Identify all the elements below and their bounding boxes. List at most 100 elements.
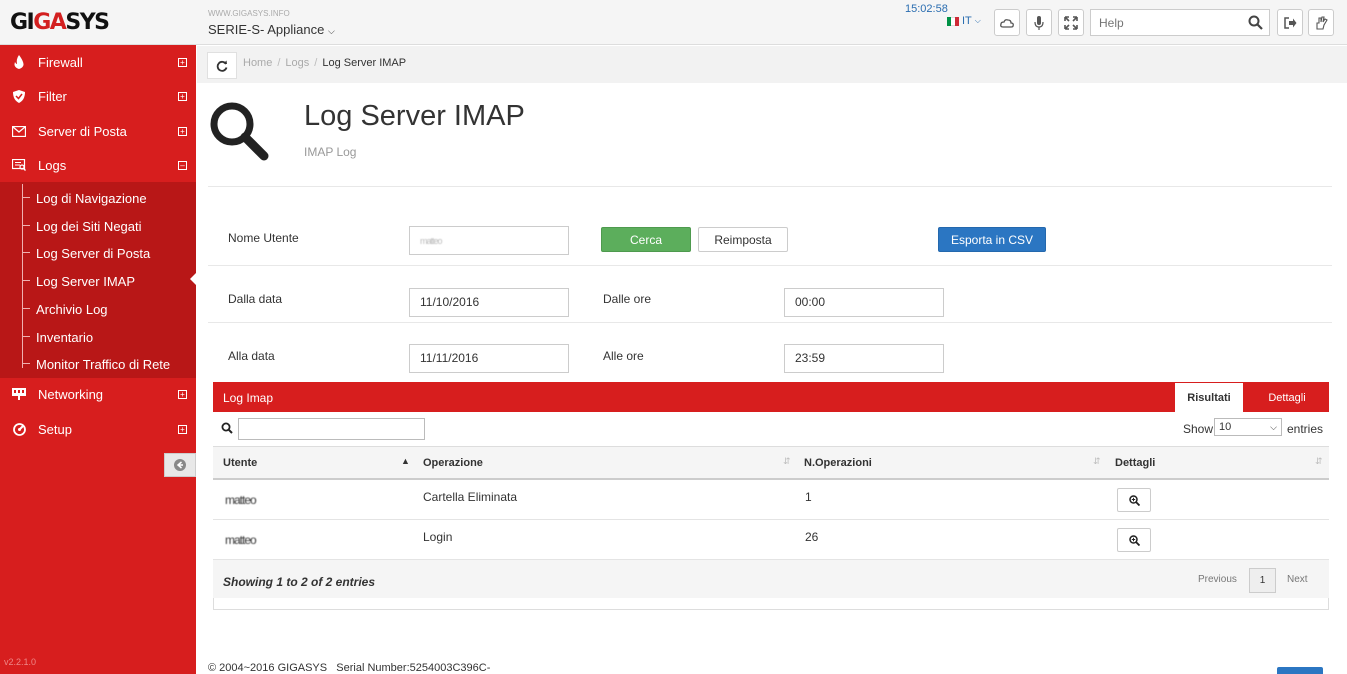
to-date-label: Alla data bbox=[228, 349, 275, 363]
active-indicator bbox=[190, 273, 196, 285]
table-row: matteo Login 26 bbox=[213, 520, 1329, 560]
show-label: Show bbox=[1183, 422, 1214, 436]
table-search-input[interactable] bbox=[238, 418, 425, 440]
logout-button[interactable] bbox=[1277, 9, 1303, 36]
from-date-field[interactable]: 11/10/2016 bbox=[409, 288, 569, 317]
cloud-button[interactable] bbox=[994, 9, 1020, 36]
clock: 15:02:58 bbox=[905, 3, 948, 15]
cell-operation: Cartella Eliminata bbox=[423, 490, 518, 504]
magnifier-icon bbox=[210, 102, 269, 161]
sidebar-item-server-di-posta[interactable]: Server di Posta + bbox=[0, 114, 196, 148]
chevron-down-icon: ⌵ bbox=[974, 16, 981, 25]
user-label: Nome Utente bbox=[228, 231, 299, 245]
table-row: matteo Cartella Eliminata 1 bbox=[213, 480, 1329, 520]
details-button[interactable] bbox=[1117, 528, 1151, 552]
sidebar: Firewall + Filter + Server di Posta + Lo… bbox=[0, 45, 196, 674]
from-time-label: Dalle ore bbox=[603, 292, 652, 306]
breadcrumb-home[interactable]: Home bbox=[243, 57, 272, 69]
sidebar-item-archivio-log[interactable]: Archivio Log bbox=[0, 295, 196, 323]
column-utente[interactable]: Utente bbox=[223, 457, 257, 469]
refresh-button[interactable] bbox=[207, 52, 237, 79]
column-n-operazioni[interactable]: N.Operazioni bbox=[804, 457, 872, 469]
envelope-icon bbox=[12, 124, 26, 138]
export-csv-button[interactable]: Esporta in CSV bbox=[938, 227, 1046, 252]
table-header: Utente ▲ Operazione ⇵ N.Operazioni ⇵ Det… bbox=[213, 446, 1329, 480]
expand-toggle-icon: + bbox=[178, 424, 187, 434]
page-footer: © 2004~2016 GIGASYS Serial Number:525400… bbox=[208, 662, 490, 674]
divider bbox=[208, 265, 1332, 266]
sidebar-collapse-button[interactable] bbox=[164, 453, 196, 477]
cell-user: matteo bbox=[225, 533, 257, 547]
user-field[interactable]: matteo bbox=[409, 226, 569, 255]
shield-icon bbox=[12, 89, 26, 103]
tab-dettagli[interactable]: Dettagli bbox=[1245, 383, 1329, 412]
setup-icon bbox=[12, 422, 26, 436]
zoom-in-icon bbox=[1128, 494, 1140, 506]
sidebar-item-log-server-di-posta[interactable]: Log Server di Posta bbox=[0, 239, 196, 267]
sidebar-item-log-server-imap[interactable]: Log Server IMAP bbox=[0, 267, 196, 295]
expand-toggle-icon: + bbox=[178, 57, 187, 67]
pagination-previous[interactable]: Previous bbox=[1198, 574, 1237, 585]
breadcrumb-logs[interactable]: Logs bbox=[285, 57, 309, 69]
panel-header: Log Imap Risultati Dettagli bbox=[213, 382, 1329, 412]
sidebar-item-networking[interactable]: Networking + bbox=[0, 377, 196, 411]
top-bar: GIGASYS WWW.GIGASYS.INFO SERIE-S- Applia… bbox=[0, 0, 1347, 45]
microphone-button[interactable] bbox=[1026, 9, 1052, 36]
expand-toggle-icon: + bbox=[178, 389, 187, 399]
expand-toggle-icon: + bbox=[178, 91, 187, 101]
page-title: Log Server IMAP bbox=[304, 100, 525, 132]
logs-submenu: Log di Navigazione Log dei Siti Negati L… bbox=[0, 182, 196, 378]
fullscreen-button[interactable] bbox=[1058, 9, 1084, 36]
footer-button[interactable] bbox=[1277, 667, 1323, 674]
to-time-field[interactable]: 23:59 bbox=[784, 344, 944, 373]
sort-asc-icon[interactable]: ▲ bbox=[401, 456, 410, 466]
network-icon bbox=[12, 387, 26, 401]
breadcrumb-bar: Home / Logs / Log Server IMAP bbox=[197, 46, 1347, 83]
pagination-page-1[interactable]: 1 bbox=[1249, 568, 1276, 593]
cell-operation: Login bbox=[423, 530, 453, 544]
logs-icon bbox=[12, 158, 26, 172]
reset-button[interactable]: Reimposta bbox=[698, 227, 788, 252]
sidebar-item-filter[interactable]: Filter + bbox=[0, 79, 196, 113]
column-operazione[interactable]: Operazione bbox=[423, 457, 483, 469]
tab-risultati[interactable]: Risultati bbox=[1175, 383, 1243, 412]
table-footer: Showing 1 to 2 of 2 entries Previous 1 N… bbox=[213, 560, 1329, 598]
cell-user: matteo bbox=[225, 493, 257, 507]
details-button[interactable] bbox=[1117, 488, 1151, 512]
from-time-field[interactable]: 00:00 bbox=[784, 288, 944, 317]
column-dettagli[interactable]: Dettagli bbox=[1115, 457, 1155, 469]
search-icon[interactable] bbox=[1248, 15, 1263, 30]
sort-icon[interactable]: ⇵ bbox=[783, 456, 791, 467]
site-url: WWW.GIGASYS.INFO bbox=[208, 9, 290, 18]
logout-icon bbox=[1283, 16, 1296, 29]
gigasys-logo[interactable]: GIGASYS bbox=[10, 10, 110, 35]
search-icon bbox=[221, 422, 233, 434]
collapse-toggle-icon: – bbox=[178, 160, 187, 170]
flame-icon bbox=[12, 55, 26, 69]
sidebar-item-monitor-traffico[interactable]: Monitor Traffico di Rete bbox=[0, 350, 196, 378]
chevron-down-icon: ⌵ bbox=[327, 26, 335, 36]
sidebar-item-setup[interactable]: Setup + bbox=[0, 412, 196, 446]
help-search-input[interactable] bbox=[1091, 10, 1241, 35]
search-button[interactable]: Cerca bbox=[601, 227, 691, 252]
cell-count: 1 bbox=[805, 490, 812, 504]
microphone-icon bbox=[1034, 15, 1044, 30]
expand-icon bbox=[1064, 15, 1078, 30]
appliance-selector[interactable]: SERIE-S- Appliance ⌵ bbox=[208, 22, 335, 37]
breadcrumb-current: Log Server IMAP bbox=[322, 57, 407, 69]
sidebar-item-inventario[interactable]: Inventario bbox=[0, 323, 196, 351]
sort-icon[interactable]: ⇵ bbox=[1315, 456, 1323, 467]
panel-title: Log Imap bbox=[223, 391, 274, 405]
sidebar-item-logs[interactable]: Logs – bbox=[0, 148, 196, 182]
page-size-select[interactable]: 10 ⌵ bbox=[1214, 418, 1282, 436]
language-selector[interactable]: IT ⌵ bbox=[947, 15, 981, 27]
to-time-label: Alle ore bbox=[603, 349, 644, 363]
sidebar-toggle-button[interactable] bbox=[1308, 9, 1334, 36]
sidebar-item-log-di-navigazione[interactable]: Log di Navigazione bbox=[0, 184, 196, 212]
sidebar-item-firewall[interactable]: Firewall + bbox=[0, 45, 196, 79]
breadcrumb: Home / Logs / Log Server IMAP bbox=[243, 57, 407, 69]
sidebar-item-log-dei-siti-negati[interactable]: Log dei Siti Negati bbox=[0, 212, 196, 240]
to-date-field[interactable]: 11/11/2016 bbox=[409, 344, 569, 373]
sort-icon[interactable]: ⇵ bbox=[1093, 456, 1101, 467]
pagination-next[interactable]: Next bbox=[1287, 574, 1308, 585]
